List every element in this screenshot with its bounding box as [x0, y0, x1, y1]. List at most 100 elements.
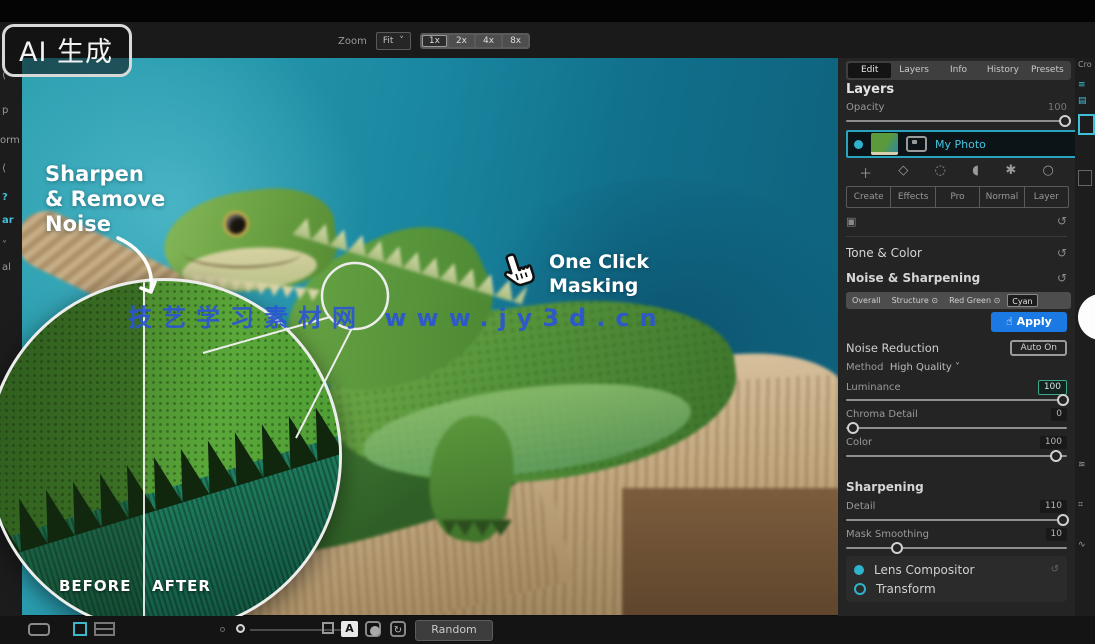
color-slider[interactable] [846, 455, 1067, 457]
layer-row[interactable]: My Photo [846, 130, 1083, 158]
noise-mode-chips: Overall Structure ⊙ Red Green ⊙ Cyan [846, 292, 1071, 309]
tab-edit[interactable]: Edit [848, 63, 891, 78]
auto-on-button[interactable]: Auto On [1010, 340, 1067, 356]
click-hand-icon [498, 250, 540, 300]
history-reset-row: ▣ ↺ [846, 214, 1067, 228]
blend-normal-button[interactable]: Normal [980, 187, 1024, 207]
divider [846, 236, 1067, 237]
ai-generated-badge: AI 生成 [2, 24, 132, 77]
chip-redgreen[interactable]: Red Green ⊙ [945, 294, 1004, 307]
tab-info[interactable]: Info [937, 63, 980, 78]
before-label: BEFORE [59, 577, 131, 595]
blank-frame-icon[interactable] [322, 622, 334, 634]
random-button[interactable]: Random [415, 620, 493, 641]
sharpen-annotation: Sharpen & Remove Noise [45, 162, 165, 236]
layer-mask-icon[interactable] [906, 136, 927, 152]
tone-color-section[interactable]: Tone & Color ↺ [846, 246, 1067, 260]
detail-label: Detail [846, 501, 875, 512]
zoom-slider-track[interactable] [250, 629, 352, 631]
luminance-row: Luminance 100 [846, 380, 1067, 395]
rotate-icon[interactable]: ↻ [390, 621, 406, 637]
reset-icon[interactable]: ↺ [1057, 271, 1067, 285]
history-icon[interactable]: ▣ [846, 215, 856, 228]
active-tool-box[interactable] [1078, 114, 1095, 135]
droplet-icon[interactable]: ◇ [898, 163, 908, 182]
chroma-row: Chroma Detail 0 [846, 408, 1067, 421]
iguana-mouth [182, 236, 302, 268]
watermark-text: 技艺学习素材网 www.jy3d.cn [128, 298, 888, 333]
chevron-down-icon: ˅ [399, 36, 404, 46]
zoom-toolbar: Zoom Fit ˅ 1x 2x 4x 8x [338, 32, 530, 50]
chip-overall[interactable]: Overall [848, 294, 885, 307]
tab-presets[interactable]: Presets [1026, 63, 1069, 78]
zoom-preset-group: 1x 2x 4x 8x [420, 33, 530, 49]
single-view-icon[interactable] [73, 622, 87, 636]
chroma-slider[interactable] [846, 427, 1067, 429]
tab-layers[interactable]: Layers [892, 63, 935, 78]
opacity-slider[interactable] [846, 120, 1067, 122]
loupe-divider[interactable] [143, 281, 145, 631]
sidebar-item[interactable]: p [2, 105, 8, 116]
sidebar-item[interactable]: orm [0, 135, 20, 146]
gear-icon[interactable]: ✱ [1005, 163, 1016, 182]
opacity-value: 100 [1048, 102, 1067, 113]
crescent-icon[interactable]: ◖ [972, 163, 979, 182]
zoom-preset-2x[interactable]: 2x [449, 35, 474, 47]
sidebar-item[interactable]: ⟨ [2, 163, 6, 174]
transform-toggle[interactable]: Transform [854, 579, 1059, 598]
blend-effects-button[interactable]: Effects [891, 187, 935, 207]
log-dark-side [622, 488, 838, 615]
split-view-icon[interactable] [94, 622, 115, 636]
method-row[interactable]: Method High Quality ˅ [846, 362, 1067, 373]
panel-icon[interactable]: ▤ [1078, 96, 1087, 106]
apply-button[interactable]: ☝ Apply [991, 312, 1067, 332]
add-layer-icon[interactable]: ＋ [859, 163, 872, 182]
text-tool-button[interactable]: A [341, 621, 358, 637]
sidebar-item[interactable]: al [2, 262, 11, 273]
chip-cyan[interactable]: Cyan [1007, 294, 1037, 307]
right-panel: Edit Layers Info History Presets Layers … [838, 58, 1075, 644]
zoom-label: Zoom [338, 36, 367, 47]
bottom-toolbar: A ↻ Random [0, 616, 1095, 644]
detail-slider[interactable] [846, 519, 1067, 521]
mini-icon[interactable]: ⌗ [1078, 500, 1083, 510]
zoom-preset-1x[interactable]: 1x [422, 35, 447, 47]
opacity-row: Opacity 100 [846, 102, 1067, 113]
mini-icon[interactable]: ≋ [1078, 460, 1086, 470]
screen-mode-icon[interactable] [28, 623, 50, 636]
luminance-label: Luminance [846, 382, 901, 393]
blend-pro-button[interactable]: Pro [936, 187, 980, 207]
adjust-icon[interactable]: ≡ [1078, 80, 1086, 90]
zoom-slider-knob[interactable] [236, 624, 245, 633]
extra-tools-group: Lens Compositor ↺ Transform [846, 556, 1067, 602]
reset-icon[interactable]: ↺ [1057, 214, 1067, 228]
circle-icon[interactable]: ○ [1043, 163, 1054, 182]
sidebar-item[interactable]: ? [2, 192, 8, 203]
panel-tabs: Edit Layers Info History Presets [846, 61, 1071, 80]
zoom-preset-8x[interactable]: 8x [503, 35, 528, 47]
noise-sharpening-section[interactable]: Noise & Sharpening ↺ [846, 271, 1067, 285]
reset-icon[interactable]: ↺ [1057, 246, 1067, 260]
layer-visibility-dot[interactable] [854, 140, 863, 149]
sidebar-item[interactable]: ˅ [2, 240, 7, 251]
sidebar-item[interactable]: ar [2, 215, 14, 226]
blend-layer-button[interactable]: Layer [1025, 187, 1068, 207]
circle-tool-icon[interactable] [365, 621, 381, 637]
crop-label: Cro [1078, 60, 1092, 69]
mask-smoothing-slider[interactable] [846, 547, 1067, 549]
luminance-slider[interactable] [846, 399, 1067, 401]
mini-icon[interactable]: ∿ [1078, 540, 1086, 550]
chip-structure[interactable]: Structure ⊙ [888, 294, 942, 307]
app-window: AI 生成 Zoom Fit ˅ 1x 2x 4x 8x ⟨ p orm ⟨ ?… [0, 0, 1095, 644]
luminance-value: 100 [1038, 380, 1067, 395]
reset-icon[interactable]: ↺ [1051, 564, 1059, 575]
lens-compositor-toggle[interactable]: Lens Compositor ↺ [854, 560, 1059, 579]
zoom-select[interactable]: Fit ˅ [376, 32, 411, 50]
method-value[interactable]: High Quality ˅ [890, 362, 960, 373]
zoom-preset-4x[interactable]: 4x [476, 35, 501, 47]
tool-box[interactable] [1078, 170, 1092, 186]
blend-create-button[interactable]: Create [847, 187, 891, 207]
zoom-out-dot[interactable] [220, 627, 225, 632]
eraser-icon[interactable]: ◌ [935, 163, 946, 182]
tab-history[interactable]: History [981, 63, 1024, 78]
